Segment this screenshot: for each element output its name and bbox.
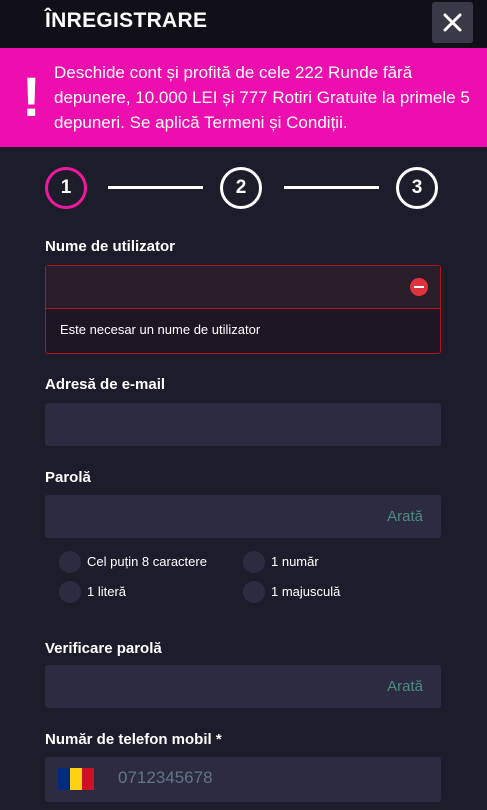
requirement-indicator-icon bbox=[59, 581, 81, 603]
phone-input[interactable]: 0712345678 bbox=[45, 757, 441, 802]
close-button[interactable] bbox=[432, 2, 473, 43]
username-field-group: Este necesar un nume de utilizator bbox=[45, 265, 441, 354]
username-label: Nume de utilizator bbox=[45, 238, 176, 255]
error-icon bbox=[410, 278, 428, 296]
romania-flag-icon[interactable] bbox=[58, 768, 94, 790]
page-title: ÎNREGISTRARE bbox=[45, 9, 208, 32]
requirement-indicator-icon bbox=[243, 551, 265, 573]
step-1: 1 bbox=[45, 167, 87, 209]
requirement-indicator-icon bbox=[59, 551, 81, 573]
step-connector bbox=[284, 186, 379, 189]
promo-text: Deschide cont și profită de cele 222 Run… bbox=[54, 63, 470, 132]
step-3: 3 bbox=[396, 167, 438, 209]
username-input[interactable] bbox=[46, 266, 440, 309]
password-label: Parolă bbox=[45, 469, 91, 486]
email-input[interactable] bbox=[45, 403, 441, 446]
show-password-button[interactable]: Arată bbox=[387, 508, 423, 525]
confirm-password-input[interactable]: Arată bbox=[45, 665, 441, 708]
step-2: 2 bbox=[220, 167, 262, 209]
step-connector bbox=[108, 186, 203, 189]
phone-label: Număr de telefon mobil * bbox=[45, 731, 222, 748]
show-confirm-password-button[interactable]: Arată bbox=[387, 678, 423, 695]
username-error-message: Este necesar un nume de utilizator bbox=[60, 322, 261, 337]
alert-icon: ! bbox=[22, 65, 41, 128]
requirement-indicator-icon bbox=[243, 581, 265, 603]
close-icon bbox=[443, 13, 462, 32]
confirm-password-label: Verificare parolă bbox=[45, 640, 162, 657]
phone-placeholder: 0712345678 bbox=[118, 768, 213, 787]
header-bar: ÎNREGISTRARE bbox=[0, 0, 487, 48]
password-input[interactable]: Arată bbox=[45, 495, 441, 538]
promo-banner: ! Deschide cont și profită de cele 222 R… bbox=[0, 48, 487, 147]
email-label: Adresă de e-mail bbox=[45, 376, 166, 393]
